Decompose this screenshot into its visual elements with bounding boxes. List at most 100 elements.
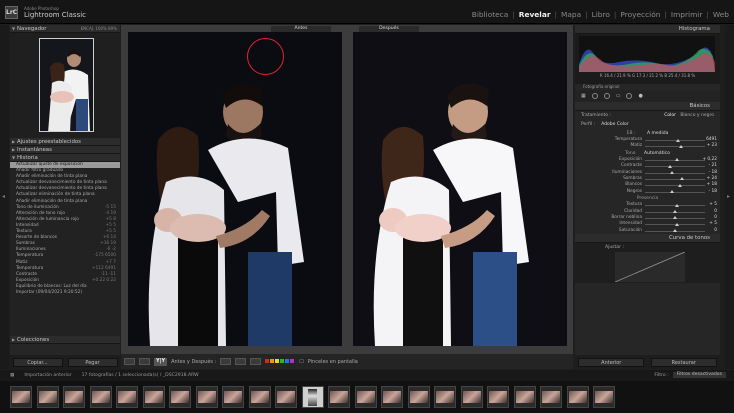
slider-track[interactable] — [645, 229, 705, 233]
slider-thumb[interactable] — [680, 177, 685, 181]
history-header[interactable]: ▼ Historia — [10, 154, 120, 162]
filmstrip-thumbnail[interactable] — [460, 386, 483, 408]
tone-auto-button[interactable]: Automático — [644, 151, 670, 156]
filmstrip-thumbnail[interactable] — [222, 386, 244, 408]
copy-before-to-after-button[interactable] — [220, 358, 232, 365]
slider-value[interactable]: 0 — [714, 215, 717, 220]
loupe-view-button[interactable] — [124, 358, 135, 365]
copy-after-to-before-button[interactable] — [235, 358, 247, 365]
presets-header[interactable]: ▶ Ajustes preestablecidos — [10, 138, 120, 146]
filmstrip-thumbnail[interactable] — [89, 386, 112, 408]
left-panel-toggle[interactable]: ◂ — [0, 25, 9, 369]
adjustment-brush-icon[interactable]: ● — [638, 93, 642, 99]
prev-import-link[interactable]: Importación anterior — [24, 373, 71, 378]
slider-value[interactable]: + 24 — [707, 176, 717, 181]
slider-track[interactable] — [645, 164, 705, 168]
slider-track[interactable] — [645, 138, 705, 142]
paste-button[interactable]: Pegar — [67, 357, 118, 367]
filmstrip-thumbnail[interactable] — [540, 386, 562, 408]
filmstrip-thumbnail[interactable] — [434, 386, 456, 408]
before-photo[interactable] — [128, 32, 342, 346]
slider-value[interactable]: + 5 — [709, 202, 717, 207]
red-eye-tool-icon[interactable] — [603, 93, 610, 99]
navigator-preview[interactable] — [10, 33, 120, 138]
reset-button[interactable]: Restaurar — [650, 357, 717, 367]
slider-thumb[interactable] — [673, 229, 677, 233]
slider-thumb[interactable] — [670, 190, 674, 194]
slider-value[interactable]: + 5 — [709, 221, 717, 226]
slider-value[interactable]: - 21 — [709, 163, 717, 168]
radial-filter-icon[interactable] — [626, 93, 633, 99]
tone-curve-editor[interactable]: Ajustar : — [575, 243, 720, 284]
slider-value[interactable]: 0 — [714, 209, 717, 214]
compare-view-button[interactable] — [139, 358, 150, 365]
color-label-swatch[interactable] — [290, 358, 295, 363]
slider-track[interactable] — [645, 210, 705, 214]
slider-thumb[interactable] — [677, 183, 682, 187]
filmstrip-thumbnail[interactable] — [169, 386, 191, 408]
module-0[interactable]: Biblioteca — [471, 10, 509, 19]
slider-thumb[interactable] — [676, 138, 680, 142]
right-panel-toggle[interactable]: ▸ — [725, 25, 734, 369]
filmstrip-thumbnail[interactable] — [248, 386, 271, 408]
copy-button[interactable]: Copiar... — [12, 357, 63, 367]
slider-thumb[interactable] — [674, 203, 679, 207]
history-item[interactable]: Importar (09/04/2021 9:20:52) — [10, 290, 120, 296]
slider-track[interactable] — [645, 144, 705, 148]
slider-thumb[interactable] — [674, 158, 679, 162]
filmstrip-thumbnail[interactable] — [10, 386, 32, 408]
slider-value[interactable]: - 18 — [709, 170, 717, 175]
filmstrip-thumbnail[interactable] — [36, 386, 59, 408]
filmstrip-thumbnail[interactable] — [381, 386, 403, 408]
navigator-zoom-options[interactable]: ENCAJ. 100% 89% — [81, 25, 117, 33]
slider-thumb[interactable] — [670, 171, 674, 175]
slider-value[interactable]: 0 — [714, 228, 717, 233]
slider-track[interactable] — [645, 177, 705, 181]
color-label-swatches[interactable] — [265, 358, 295, 365]
slider-track[interactable] — [645, 203, 705, 207]
crop-tool-icon[interactable]: ▦ — [581, 93, 586, 99]
collections-header[interactable]: ▶ Colecciones — [10, 336, 120, 344]
navigator-header[interactable]: ▼ Navegador ENCAJ. 100% 89% — [10, 25, 120, 33]
filmstrip-thumbnail[interactable] — [328, 386, 350, 408]
slider-value[interactable]: - 18 — [709, 189, 717, 194]
histogram[interactable]: R 16.4 / 21.9 % G 17.3 / 21.2 % B 25.4 /… — [575, 34, 720, 84]
module-4[interactable]: Proyección — [619, 10, 661, 19]
filmstrip-thumbnail[interactable] — [275, 386, 297, 408]
filmstrip-thumbnail[interactable] — [301, 386, 324, 408]
wb-select[interactable]: A medida — [647, 131, 668, 136]
slider-track[interactable] — [645, 216, 705, 220]
slider-thumb[interactable] — [679, 144, 683, 148]
module-1[interactable]: Revelar — [518, 10, 552, 19]
filmstrip-thumbnail[interactable] — [63, 386, 85, 408]
treatment-color-option[interactable]: Color — [664, 113, 676, 118]
previous-button[interactable]: Anterior — [578, 357, 645, 367]
color-label-swatch[interactable] — [265, 358, 270, 363]
slider-thumb[interactable] — [674, 222, 679, 226]
before-after-view-select[interactable]: Antes y Después : — [171, 359, 216, 365]
spot-removal-tool-icon[interactable] — [591, 93, 598, 99]
swap-before-after-button[interactable] — [250, 358, 262, 365]
module-5[interactable]: Imprimir — [670, 10, 703, 19]
filmstrip-thumbnail[interactable] — [593, 386, 615, 408]
snapshots-header[interactable]: ▶ Instantáneas — [10, 146, 120, 154]
color-label-swatch[interactable] — [275, 358, 280, 363]
after-photo[interactable] — [353, 32, 567, 346]
tone-curve-header[interactable]: Curva de tonos — [575, 234, 720, 244]
slider-value[interactable]: 6491 — [706, 137, 717, 142]
module-2[interactable]: Mapa — [560, 10, 582, 19]
filmstrip-thumbnail[interactable] — [566, 386, 589, 408]
filmstrip-thumbnail[interactable] — [354, 386, 377, 408]
graduated-filter-icon[interactable]: ▭ — [616, 93, 621, 99]
basic-header[interactable]: Básicos — [575, 102, 720, 111]
module-6[interactable]: Web — [712, 10, 730, 19]
filter-select[interactable]: Filtros desactivados — [672, 372, 726, 378]
filmstrip-thumbnail[interactable] — [142, 386, 165, 408]
filmstrip-thumbnail[interactable] — [513, 386, 536, 408]
filmstrip-thumbnail[interactable] — [195, 386, 218, 408]
slider-track[interactable] — [645, 222, 705, 226]
slider-thumb[interactable] — [668, 164, 673, 168]
histogram-header[interactable]: Histograma — [575, 25, 720, 34]
slider-track[interactable] — [645, 183, 705, 187]
slider-value[interactable]: + 18 — [707, 182, 717, 187]
